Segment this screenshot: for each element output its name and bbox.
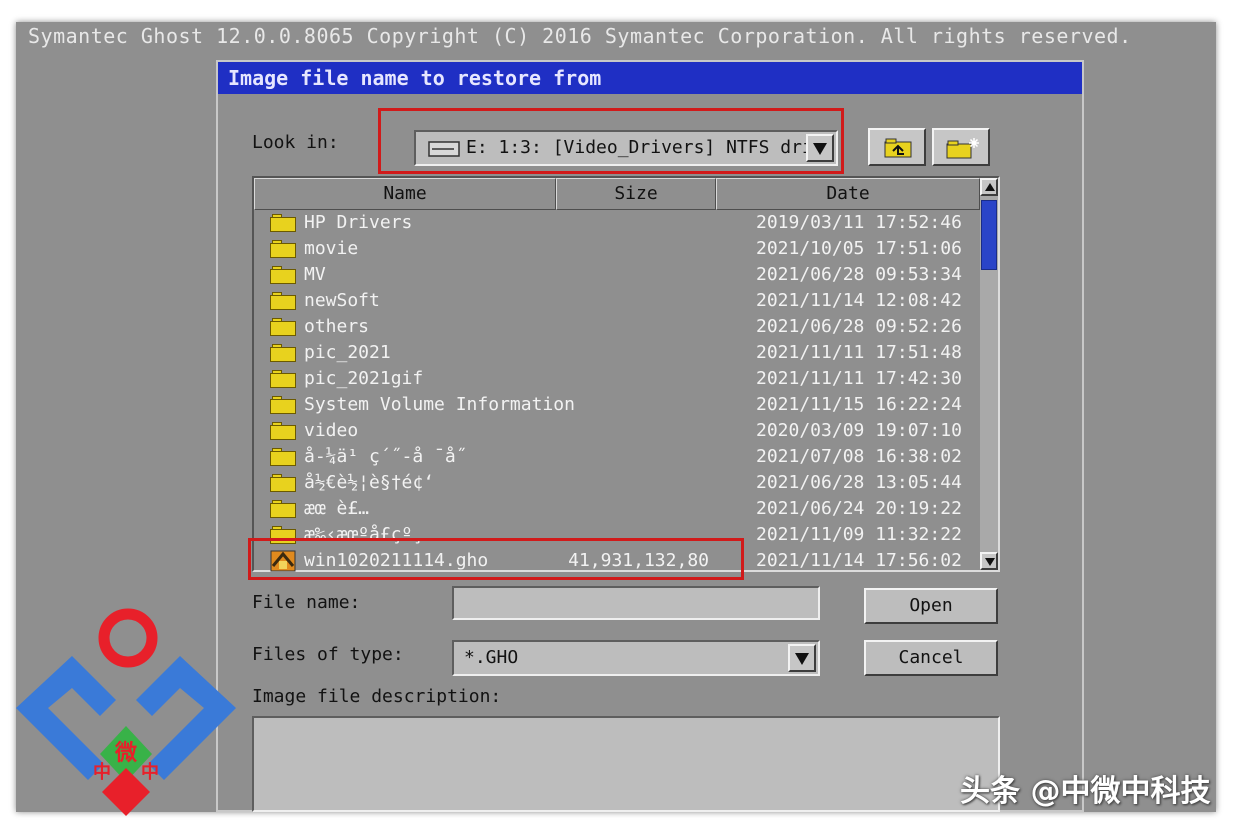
file-date: 2021/06/28 13:05:44 [756, 472, 962, 493]
file-name-input[interactable] [452, 586, 820, 620]
file-row[interactable]: å-¼ä¹ ç´˝-å ¯å˝ 2021/07/08 16:38:02 [254, 444, 980, 470]
column-header-date[interactable]: Date [716, 178, 980, 210]
folder-icon [270, 240, 296, 258]
file-row[interactable]: video 2020/03/09 19:07:10 [254, 418, 980, 444]
file-date: 2021/06/28 09:52:26 [756, 316, 962, 337]
file-date: 2021/11/09 11:32:22 [756, 524, 962, 545]
restore-dialog: Image file name to restore from Look in:… [216, 60, 1084, 812]
open-button[interactable]: Open [864, 588, 998, 624]
folder-icon [270, 214, 296, 232]
description-label: Image file description: [252, 686, 502, 707]
file-date: 2021/11/14 12:08:42 [756, 290, 962, 311]
description-textarea[interactable] [252, 716, 1000, 812]
folder-icon [270, 448, 296, 466]
file-row[interactable]: movie 2021/10/05 17:51:06 [254, 236, 980, 262]
dialog-title: Image file name to restore from [218, 62, 1082, 94]
arrow-down-icon [985, 558, 995, 566]
arrow-up-icon [985, 183, 995, 191]
file-rows: HP Drivers 2019/03/11 17:52:46 movie 2021/1… [254, 210, 980, 574]
file-name: HP Drivers [304, 212, 413, 233]
files-of-type-value: *.GHO [464, 647, 519, 668]
file-name: pic_2021 [304, 342, 391, 363]
copyright-banner: Symantec Ghost 12.0.0.8065 Copyright (C)… [28, 24, 1132, 48]
vertical-scrollbar[interactable] [980, 178, 998, 570]
file-name: å½€è½¦è§†é¢‘ [304, 472, 435, 493]
folder-icon [270, 370, 296, 388]
column-header-name[interactable]: Name [254, 178, 556, 210]
file-date: 2021/07/08 16:38:02 [756, 446, 962, 467]
file-date: 2021/11/11 17:42:30 [756, 368, 962, 389]
file-name: movie [304, 238, 359, 259]
file-name: video [304, 420, 359, 441]
file-row[interactable]: pic_2021gif 2021/11/11 17:42:30 [254, 366, 980, 392]
look-in-highlight-box [378, 108, 844, 174]
file-name-label: File name: [252, 592, 360, 613]
folder-icon [270, 474, 296, 492]
folder-icon [270, 344, 296, 362]
file-row[interactable]: MV 2021/06/28 09:53:34 [254, 262, 980, 288]
file-name-label-text: File name: [252, 592, 361, 613]
file-row[interactable]: System Volume Information 2021/11/15 16:2… [254, 392, 980, 418]
gho-file-highlight-box [248, 538, 744, 580]
file-date: 2021/06/24 20:19:22 [756, 498, 962, 519]
logo-left-char: 中 [93, 761, 111, 783]
new-folder-button[interactable] [932, 128, 990, 166]
file-name: newSoft [304, 290, 380, 311]
column-header-size[interactable]: Size [556, 178, 716, 210]
file-row[interactable]: others 2021/06/28 09:52:26 [254, 314, 980, 340]
file-row[interactable]: HP Drivers 2019/03/11 17:52:46 [254, 210, 980, 236]
folder-icon [270, 266, 296, 284]
files-of-type-dropdown-button[interactable] [788, 644, 816, 672]
up-folder-button[interactable] [868, 128, 926, 166]
file-name: others [304, 316, 370, 337]
file-name: pic_2021gif [304, 368, 424, 389]
cancel-button[interactable]: Cancel [864, 640, 998, 676]
scroll-up-button[interactable] [980, 178, 998, 196]
files-of-type-label: Files of type: [252, 644, 404, 665]
up-folder-icon [884, 138, 912, 158]
file-name: å-¼ä¹ ç´˝-å ¯å˝ [304, 446, 467, 467]
file-date: 2021/06/28 09:53:34 [756, 264, 962, 285]
file-name: æœ è£… [304, 498, 370, 519]
file-date: 2021/11/11 17:51:48 [756, 342, 962, 363]
chevron-down-icon [795, 653, 809, 665]
folder-icon [270, 318, 296, 336]
file-name: MV [304, 264, 326, 285]
file-date: 2021/11/15 16:22:24 [756, 394, 962, 415]
file-row[interactable]: pic_2021 2021/11/11 17:51:48 [254, 340, 980, 366]
scroll-down-button[interactable] [980, 552, 998, 570]
file-date: 2019/03/11 17:52:46 [756, 212, 962, 233]
folder-icon [270, 292, 296, 310]
file-row[interactable]: æœ è£… 2021/06/24 20:19:22 [254, 496, 980, 522]
file-date: 2021/10/05 17:51:06 [756, 238, 962, 259]
new-folder-icon [946, 138, 979, 159]
look-in-label: Look in: [252, 132, 339, 153]
folder-icon [270, 500, 296, 518]
file-list[interactable]: Name Size Date HP Drivers 2019/03/11 17:5… [252, 176, 1000, 572]
scroll-thumb[interactable] [981, 200, 997, 270]
file-row[interactable]: newSoft 2021/11/14 12:08:42 [254, 288, 980, 314]
source-watermark: 头条 @中微中科技 [960, 774, 1211, 809]
logo-center-char: 微 [114, 740, 137, 766]
folder-icon [270, 422, 296, 440]
folder-icon [270, 396, 296, 414]
logo-right-char: 中 [141, 761, 159, 783]
file-date: 2021/11/14 17:56:02 [756, 550, 962, 571]
file-name: System Volume Information [304, 394, 575, 415]
files-of-type-dropdown[interactable]: *.GHO [452, 640, 820, 676]
file-row[interactable]: å½€è½¦è§†é¢‘ 2021/06/28 13:05:44 [254, 470, 980, 496]
site-logo: 微 中 中 [16, 608, 236, 816]
file-date: 2020/03/09 19:07:10 [756, 420, 962, 441]
